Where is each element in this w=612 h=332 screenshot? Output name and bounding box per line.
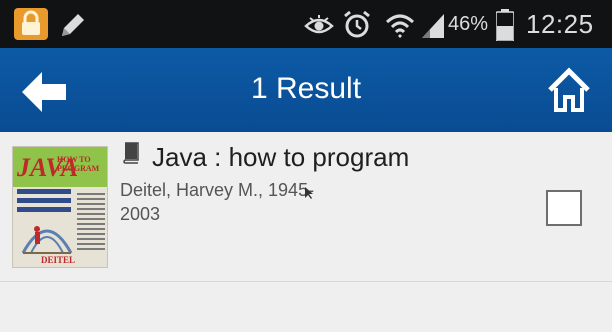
- cover-subtitle: HOW TO PROGRAM: [57, 155, 100, 173]
- select-checkbox[interactable]: [546, 190, 582, 226]
- book-author: Deitel, Harvey M., 1945- 2003: [120, 180, 315, 224]
- pointer-cursor-icon: [305, 187, 313, 199]
- signal-icon: [422, 14, 444, 38]
- cover-subtitle-lines: [17, 189, 71, 216]
- lock-icon: [14, 8, 48, 40]
- cover-publisher: DEITEL: [41, 255, 76, 265]
- cover-illustration: [21, 226, 73, 254]
- alarm-icon: [344, 10, 370, 38]
- battery-percent: 46%: [448, 13, 489, 35]
- status-bar: 46% 12:25: [0, 0, 612, 48]
- wifi-icon: [385, 14, 415, 38]
- page-title: 1 Result: [250, 72, 362, 105]
- book-icon: [123, 142, 139, 164]
- clock: 12:25: [526, 9, 594, 39]
- home-icon[interactable]: [546, 66, 592, 114]
- book-cover-image[interactable]: JAVA HOW TO PROGRAM DEITEL: [12, 146, 108, 268]
- pencil-icon: [62, 14, 84, 36]
- app-bar: 1 Result: [0, 48, 612, 132]
- eye-icon: [304, 15, 334, 34]
- result-item[interactable]: JAVA HOW TO PROGRAM DEITEL Java : how to…: [0, 132, 612, 282]
- battery-icon: [496, 9, 514, 41]
- cover-text-block: [77, 193, 105, 253]
- book-title-link[interactable]: Java : how to program: [152, 142, 409, 173]
